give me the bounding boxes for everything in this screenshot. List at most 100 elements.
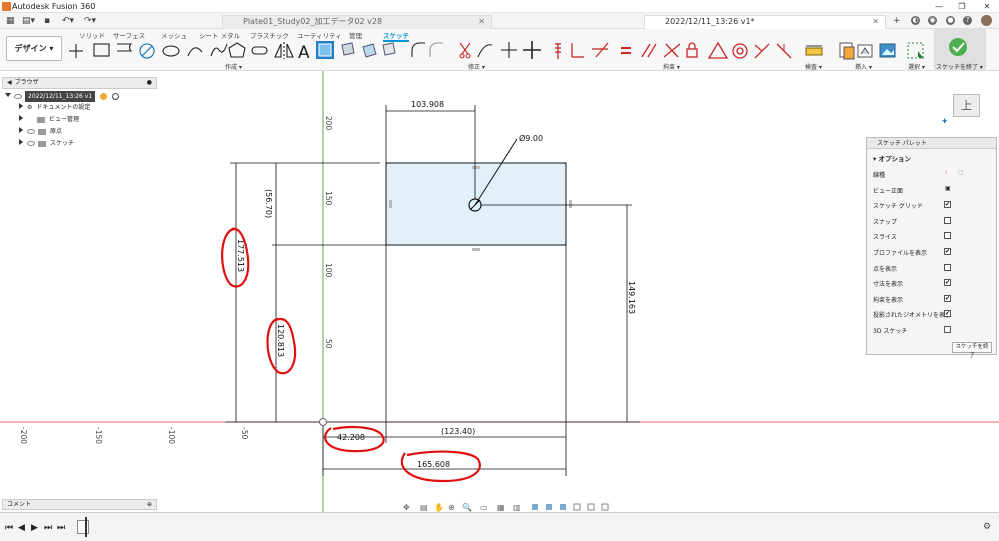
dimensions-checkbox[interactable] [944,279,951,286]
create-group-label[interactable]: 作成 ▾ [225,62,242,71]
dim-x-offset[interactable]: 42.208 [337,433,365,442]
coincident-icon [571,43,584,58]
fit-icon[interactable]: 🔍 [462,502,472,512]
palette-row-projected: 投影されたジオメトリを表示 [873,310,951,319]
new-tab-icon[interactable]: + [893,16,901,26]
modify-group-label[interactable]: 修正 ▾ [468,62,485,71]
extend-tool-icon [477,44,493,58]
comments-label: コメント [7,501,32,508]
grid-settings-icon[interactable]: ▦ [497,503,505,512]
timeline-sketch-feature[interactable] [77,520,89,534]
text-tool-icon: A [298,43,310,61]
pan-icon[interactable]: ✋ [434,502,444,512]
move-tool-icon [523,41,541,59]
close-tab-icon[interactable]: ✕ [872,16,879,28]
close-icon[interactable]: ✕ [980,1,994,12]
3d-sketch-checkbox[interactable] [944,326,951,333]
row-label: スナップ [873,219,898,226]
viewports-icon[interactable]: ▥ [513,503,521,512]
palette-row-constraints: 拘束を表示 [873,295,903,304]
timeline-marker[interactable] [85,517,87,537]
file-menu-icon[interactable]: ▤▾ [22,16,35,26]
dim-top-width[interactable]: 103.908 [411,100,444,109]
viewcube[interactable]: 上 [953,94,980,117]
points-checkbox[interactable] [944,264,951,271]
object-visibility-icon [560,504,566,510]
tab-active-design[interactable]: 2022/12/11_13:26 v1* ✕ [644,15,886,29]
dim-left-height[interactable]: 177.513 [236,239,245,272]
comments-panel[interactable]: コメント ⊕ [2,499,157,510]
look-at-nav-icon[interactable]: ▤ [420,503,428,512]
grid-checkbox[interactable] [944,201,951,208]
palette-section-options[interactable]: ▾ オプション [867,149,996,164]
y-tick-label: 50 [324,339,333,349]
palette-row-profile: プロファイルを表示 [873,248,927,257]
workspace-switcher[interactable]: デザイン ▾ [6,36,62,61]
quick-setup-icon [532,504,538,510]
play-icon[interactable]: ▶ [31,523,38,533]
linetype-icon[interactable]: ⧼ [945,169,947,177]
go-to-start-icon[interactable]: ⏮ [5,523,13,533]
visual-style-icon [546,504,552,510]
minimize-icon[interactable]: — [932,1,946,12]
job-status-icon[interactable]: ◉ [928,16,937,25]
include-icon [362,43,377,58]
dim-ref-width[interactable]: (123.40) [441,427,475,436]
notifications-icon[interactable]: ● [946,16,955,25]
projected-checkbox[interactable] [944,310,951,317]
row-label: 点を表示 [873,266,898,273]
fillet-tool-icon [411,42,425,57]
zoom-icon[interactable]: ⊕ [448,503,455,512]
snap-checkbox[interactable] [944,217,951,224]
y-tick-label: 150 [324,191,333,206]
save-icon[interactable]: ▪ [44,16,50,26]
inspect-group-label[interactable]: 検査 ▾ [805,62,822,71]
mirror-tool-icon [274,42,294,59]
row-label: スケッチ グリッド [873,203,923,210]
data-panel-icon[interactable]: ▦ [6,16,15,26]
viewcube-axis-icon: ✚ [942,118,948,125]
dim-total-width[interactable]: 165.608 [417,460,450,469]
go-to-end-icon[interactable]: ⏭ [57,523,65,533]
collinear-icon [592,42,609,58]
step-forward-icon[interactable]: ⏭ [44,523,52,533]
parallel-icon [641,43,657,58]
dim-right-height[interactable]: 149.163 [627,281,636,314]
construction-icon[interactable]: ▢ [958,169,964,176]
palette-row-slice: スライス [873,232,897,241]
insert-group-label[interactable]: 挿入 ▾ [855,62,872,71]
redo-icon[interactable]: ↷▾ [84,16,96,26]
dimension-tool-icon [555,43,561,59]
palette-row-3d-sketch: 3D スケッチ [873,326,907,335]
extension-icon[interactable]: ◐ [911,16,920,25]
offset-tool-icon [429,42,443,57]
undo-icon[interactable]: ↶▾ [62,16,74,26]
create-tools: A [69,41,541,61]
slice-checkbox[interactable] [944,232,951,239]
constraints-checkbox[interactable] [944,295,951,302]
profile-checkbox[interactable] [944,248,951,255]
avatar[interactable] [981,15,992,26]
maximize-icon[interactable]: ❐ [955,1,969,12]
document-tab-bar: ▦ ▤▾ ▪ ↶▾ ↷▾ Plate01_Study02_加工データ02 v28… [0,13,999,29]
tab-plate01-study[interactable]: Plate01_Study02_加工データ02 v28 ✕ [222,15,492,29]
look-at-icon[interactable]: ▣ [945,185,951,192]
dim-diameter[interactable]: Ø9.00 [519,133,543,143]
help-icon[interactable]: ? [963,16,972,25]
sketch-canvas[interactable]: 103.908 Ø9.00 (123.40) 42.208 165.608 14… [0,71,999,512]
step-back-icon[interactable]: ◀ [18,523,25,533]
sketch-origin-point[interactable] [319,418,327,426]
display-settings-icon[interactable]: ▭ [480,503,488,512]
close-tab-icon[interactable]: ✕ [478,16,485,28]
dim-mid-height[interactable]: 120.813 [276,324,285,357]
select-group-label[interactable]: 選択 ▾ [908,62,925,71]
constraints-group-label[interactable]: 拘束 ▾ [663,62,680,71]
finish-sketch-label[interactable]: スケッチを終了 ▾ [936,62,983,71]
orbit-icon[interactable]: ✥ [403,503,410,512]
effects-icon [601,503,609,511]
finish-sketch-button[interactable]: スケッチを終了 [952,342,992,359]
palette-header[interactable]: スケッチ パレット [867,138,996,149]
timeline-settings-icon[interactable]: ⚙ [983,522,991,532]
dim-ref-height[interactable]: (56.70) [264,189,273,218]
add-comment-icon[interactable]: ⊕ [147,500,152,509]
